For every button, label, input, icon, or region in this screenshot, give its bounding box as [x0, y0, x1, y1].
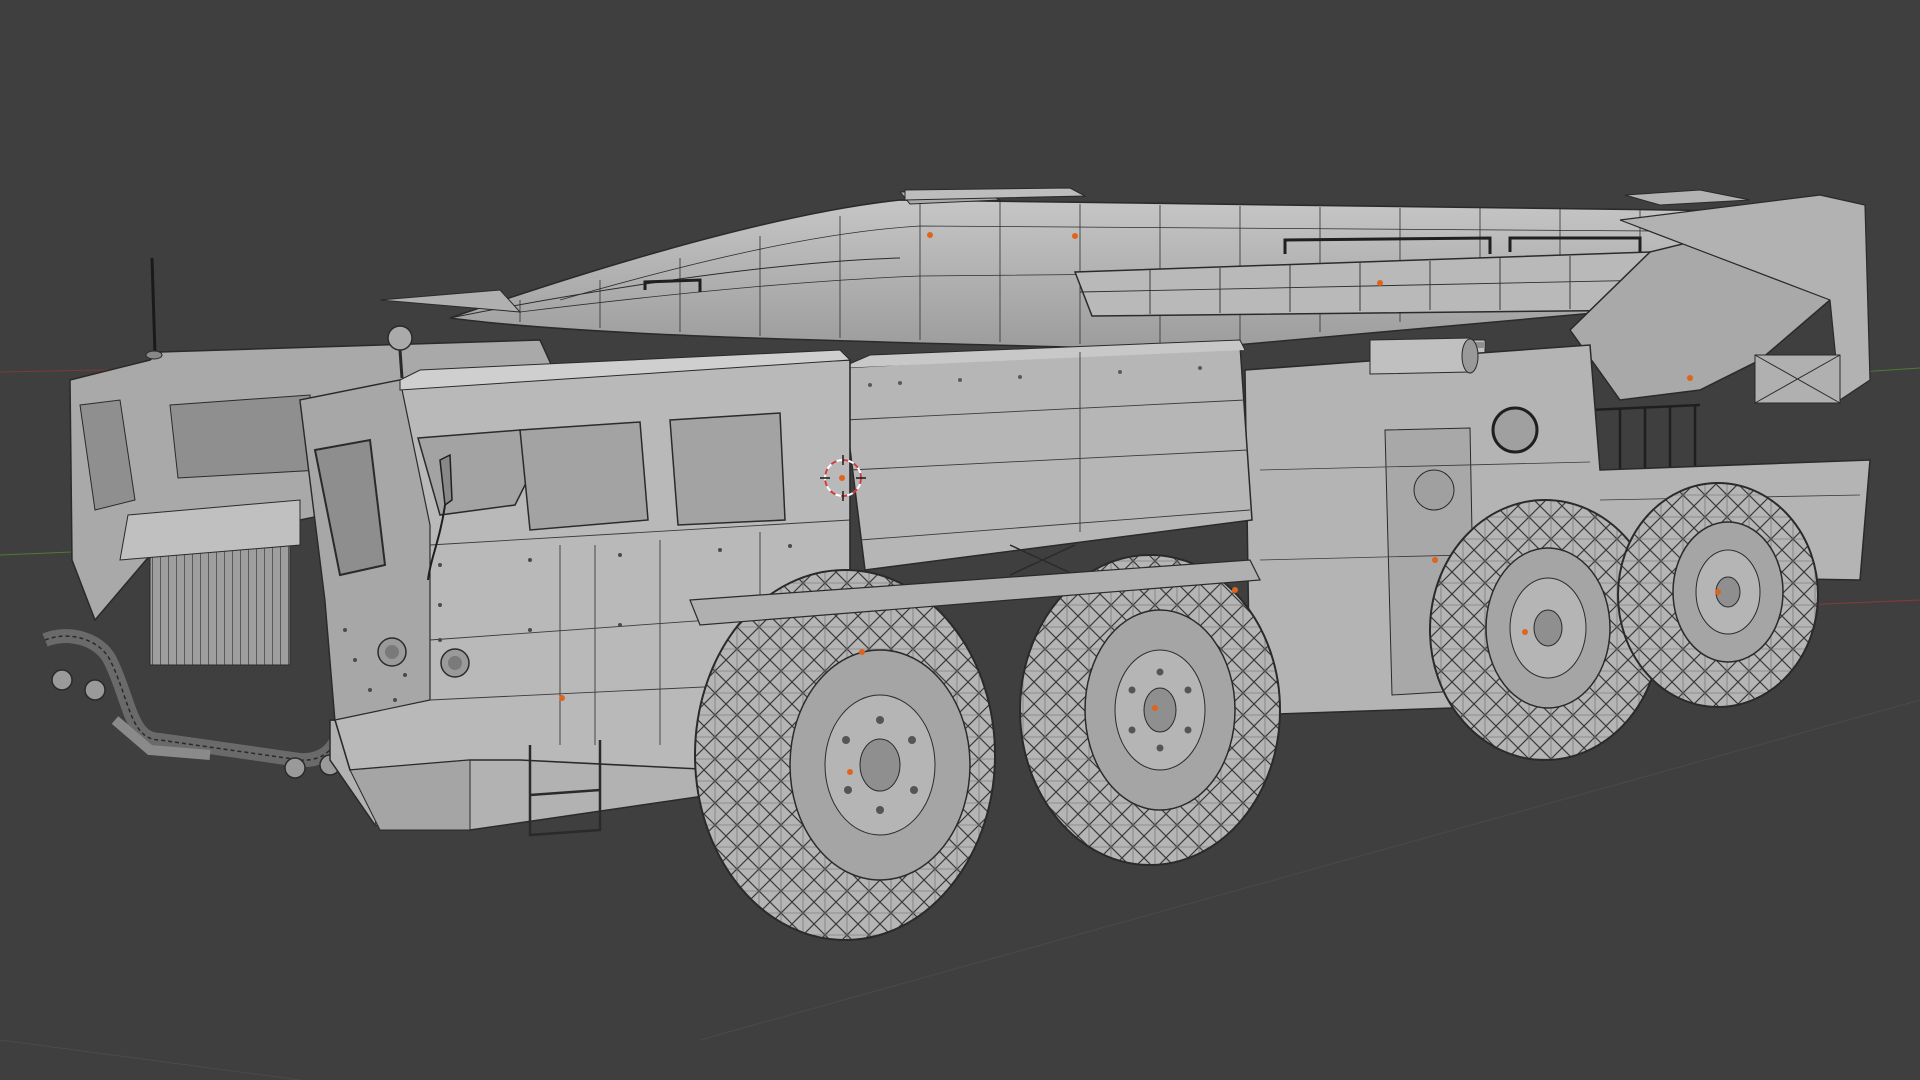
- cargo-body[interactable]: [839, 339, 1253, 576]
- 3d-viewport[interactable]: [0, 0, 1920, 1080]
- viewport-canvas[interactable]: [0, 0, 1920, 1080]
- antenna: [150, 257, 157, 356]
- wheel-second[interactable]: [1019, 554, 1281, 866]
- wheel-front[interactable]: [694, 569, 996, 941]
